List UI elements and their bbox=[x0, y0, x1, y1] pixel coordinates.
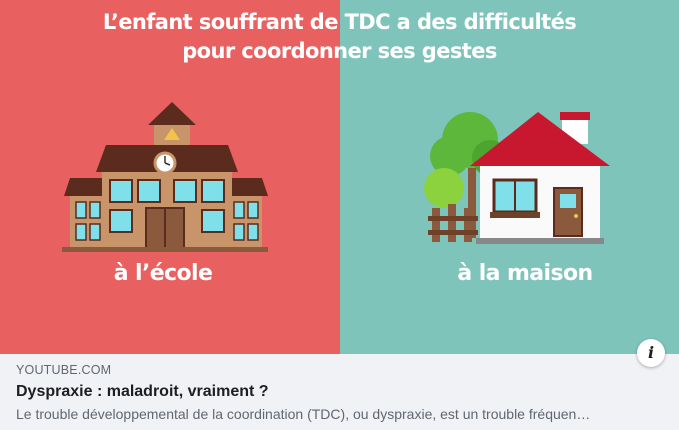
video-thumbnail[interactable]: L’enfant souffrant de TDC a des difficul… bbox=[0, 0, 679, 354]
house-illustration bbox=[424, 112, 610, 244]
caption-home: à la maison bbox=[457, 261, 593, 286]
link-title[interactable]: Dyspraxie : maladroit, vraiment ? bbox=[16, 383, 269, 401]
headline-line-1: L’enfant souffrant de TDC a des difficul… bbox=[102, 10, 577, 34]
link-source-domain: YOUTUBE.COM bbox=[16, 363, 112, 377]
link-description: Le trouble développemental de la coordin… bbox=[16, 406, 591, 422]
school-illustration bbox=[62, 102, 268, 252]
link-preview-card[interactable]: L’enfant souffrant de TDC a des difficul… bbox=[0, 0, 679, 430]
caption-school: à l’école bbox=[113, 261, 213, 286]
headline-line-2: pour coordonner ses gestes bbox=[182, 39, 497, 63]
info-icon[interactable]: i bbox=[637, 339, 665, 367]
link-meta[interactable]: YOUTUBE.COM Dyspraxie : maladroit, vraim… bbox=[0, 354, 679, 430]
